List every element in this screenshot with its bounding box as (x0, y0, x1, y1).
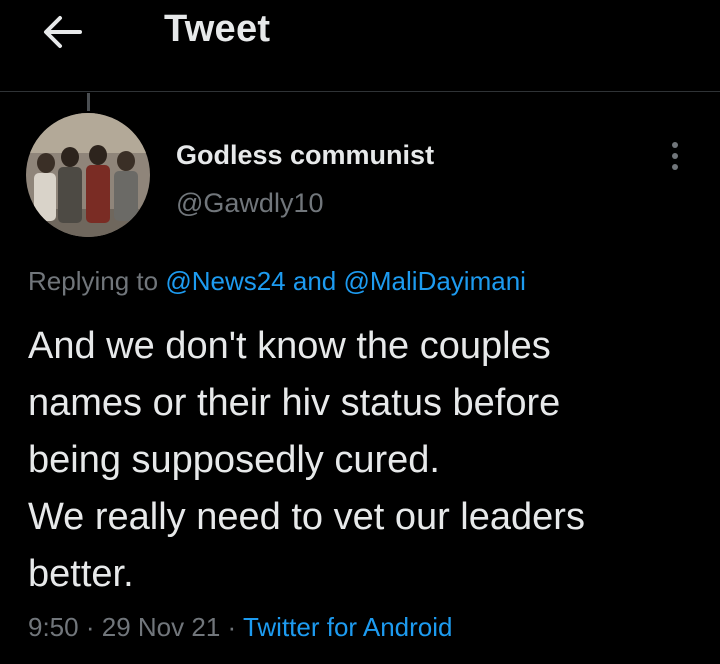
back-button[interactable] (40, 10, 84, 54)
tweet-meta: 9:50 · 29 Nov 21 · Twitter for Android (28, 612, 453, 643)
meta-separator: · (227, 612, 237, 642)
replying-to: Replying to @News24 and @MaliDayimani (28, 266, 526, 297)
tweet-line: better. (28, 553, 134, 595)
page-title: Tweet (164, 8, 271, 50)
tweet-line: And we don't know the couples (28, 325, 551, 367)
tweet-time: 9:50 (28, 612, 79, 642)
author-display-name[interactable]: Godless communist (176, 140, 434, 171)
mention-news24[interactable]: @News24 (165, 266, 285, 296)
avatar-image (26, 113, 150, 237)
avatar[interactable] (26, 113, 150, 237)
tweet-date: 29 Nov 21 (101, 612, 221, 642)
top-bar: Tweet (0, 0, 720, 92)
tweet-line: names or their hiv status before (28, 382, 561, 424)
replying-to-label: Replying to (28, 266, 159, 296)
meta-separator: · (85, 612, 95, 642)
tweet-line: being supposedly cured. (28, 439, 440, 481)
mention-malidayimani[interactable]: @MaliDayimani (344, 266, 526, 296)
thread-connector (87, 93, 90, 111)
tweet-source-link[interactable]: Twitter for Android (243, 612, 453, 642)
tweet-body: And we don't know the couples names or t… (28, 318, 708, 603)
more-vertical-icon (672, 142, 678, 148)
tweet-line: We really need to vet our leaders (28, 496, 585, 538)
mention-conjunction: and (292, 266, 337, 296)
author-handle[interactable]: @Gawdly10 (176, 188, 323, 219)
more-options-button[interactable] (662, 136, 688, 176)
arrow-left-icon (44, 16, 82, 48)
